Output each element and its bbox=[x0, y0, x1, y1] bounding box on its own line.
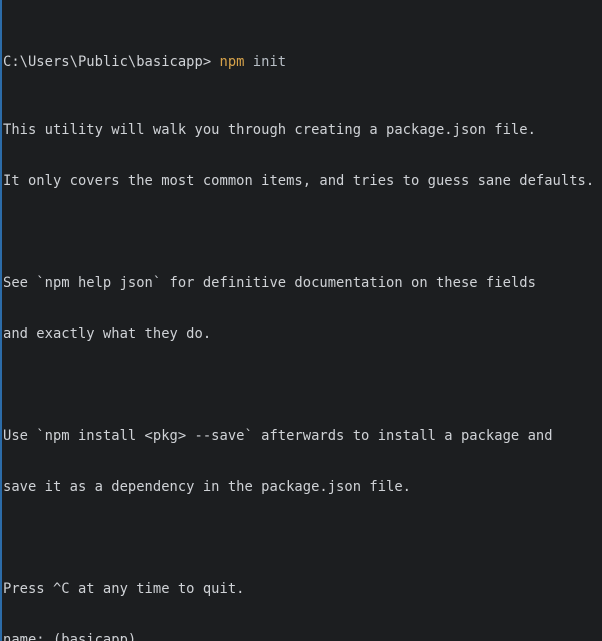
terminal-line-help-2: and exactly what they do. bbox=[3, 326, 212, 342]
terminal-line-prompt-command: C:\Users\Public\basicapp> npm init bbox=[3, 54, 602, 71]
terminal-line-intro-1: This utility will walk you through creat… bbox=[3, 122, 536, 138]
terminal-line-field-name: name: (basicapp) bbox=[3, 632, 137, 641]
terminal-line-blank-1 bbox=[3, 224, 602, 241]
terminal-line-help-1: See `npm help json` for definitive docum… bbox=[3, 275, 536, 291]
command-name: npm bbox=[219, 54, 245, 70]
terminal-line-blank-2 bbox=[3, 377, 602, 394]
terminal-line-intro-2: It only covers the most common items, an… bbox=[3, 173, 595, 189]
terminal-line-install-2: save it as a dependency in the package.j… bbox=[3, 479, 411, 495]
shell-prompt: C:\Users\Public\basicapp> bbox=[3, 54, 220, 70]
terminal-window[interactable]: C:\Users\Public\basicapp> npm init This … bbox=[0, 0, 602, 641]
terminal-line-blank-3 bbox=[3, 530, 602, 547]
terminal-output-buffer[interactable]: C:\Users\Public\basicapp> npm init This … bbox=[0, 3, 602, 641]
window-accent-bar bbox=[0, 0, 2, 641]
terminal-line-quit-hint: Press ^C at any time to quit. bbox=[3, 581, 245, 597]
terminal-line-install-1: Use `npm install <pkg> --save` afterward… bbox=[3, 428, 553, 444]
command-args: init bbox=[244, 54, 287, 70]
